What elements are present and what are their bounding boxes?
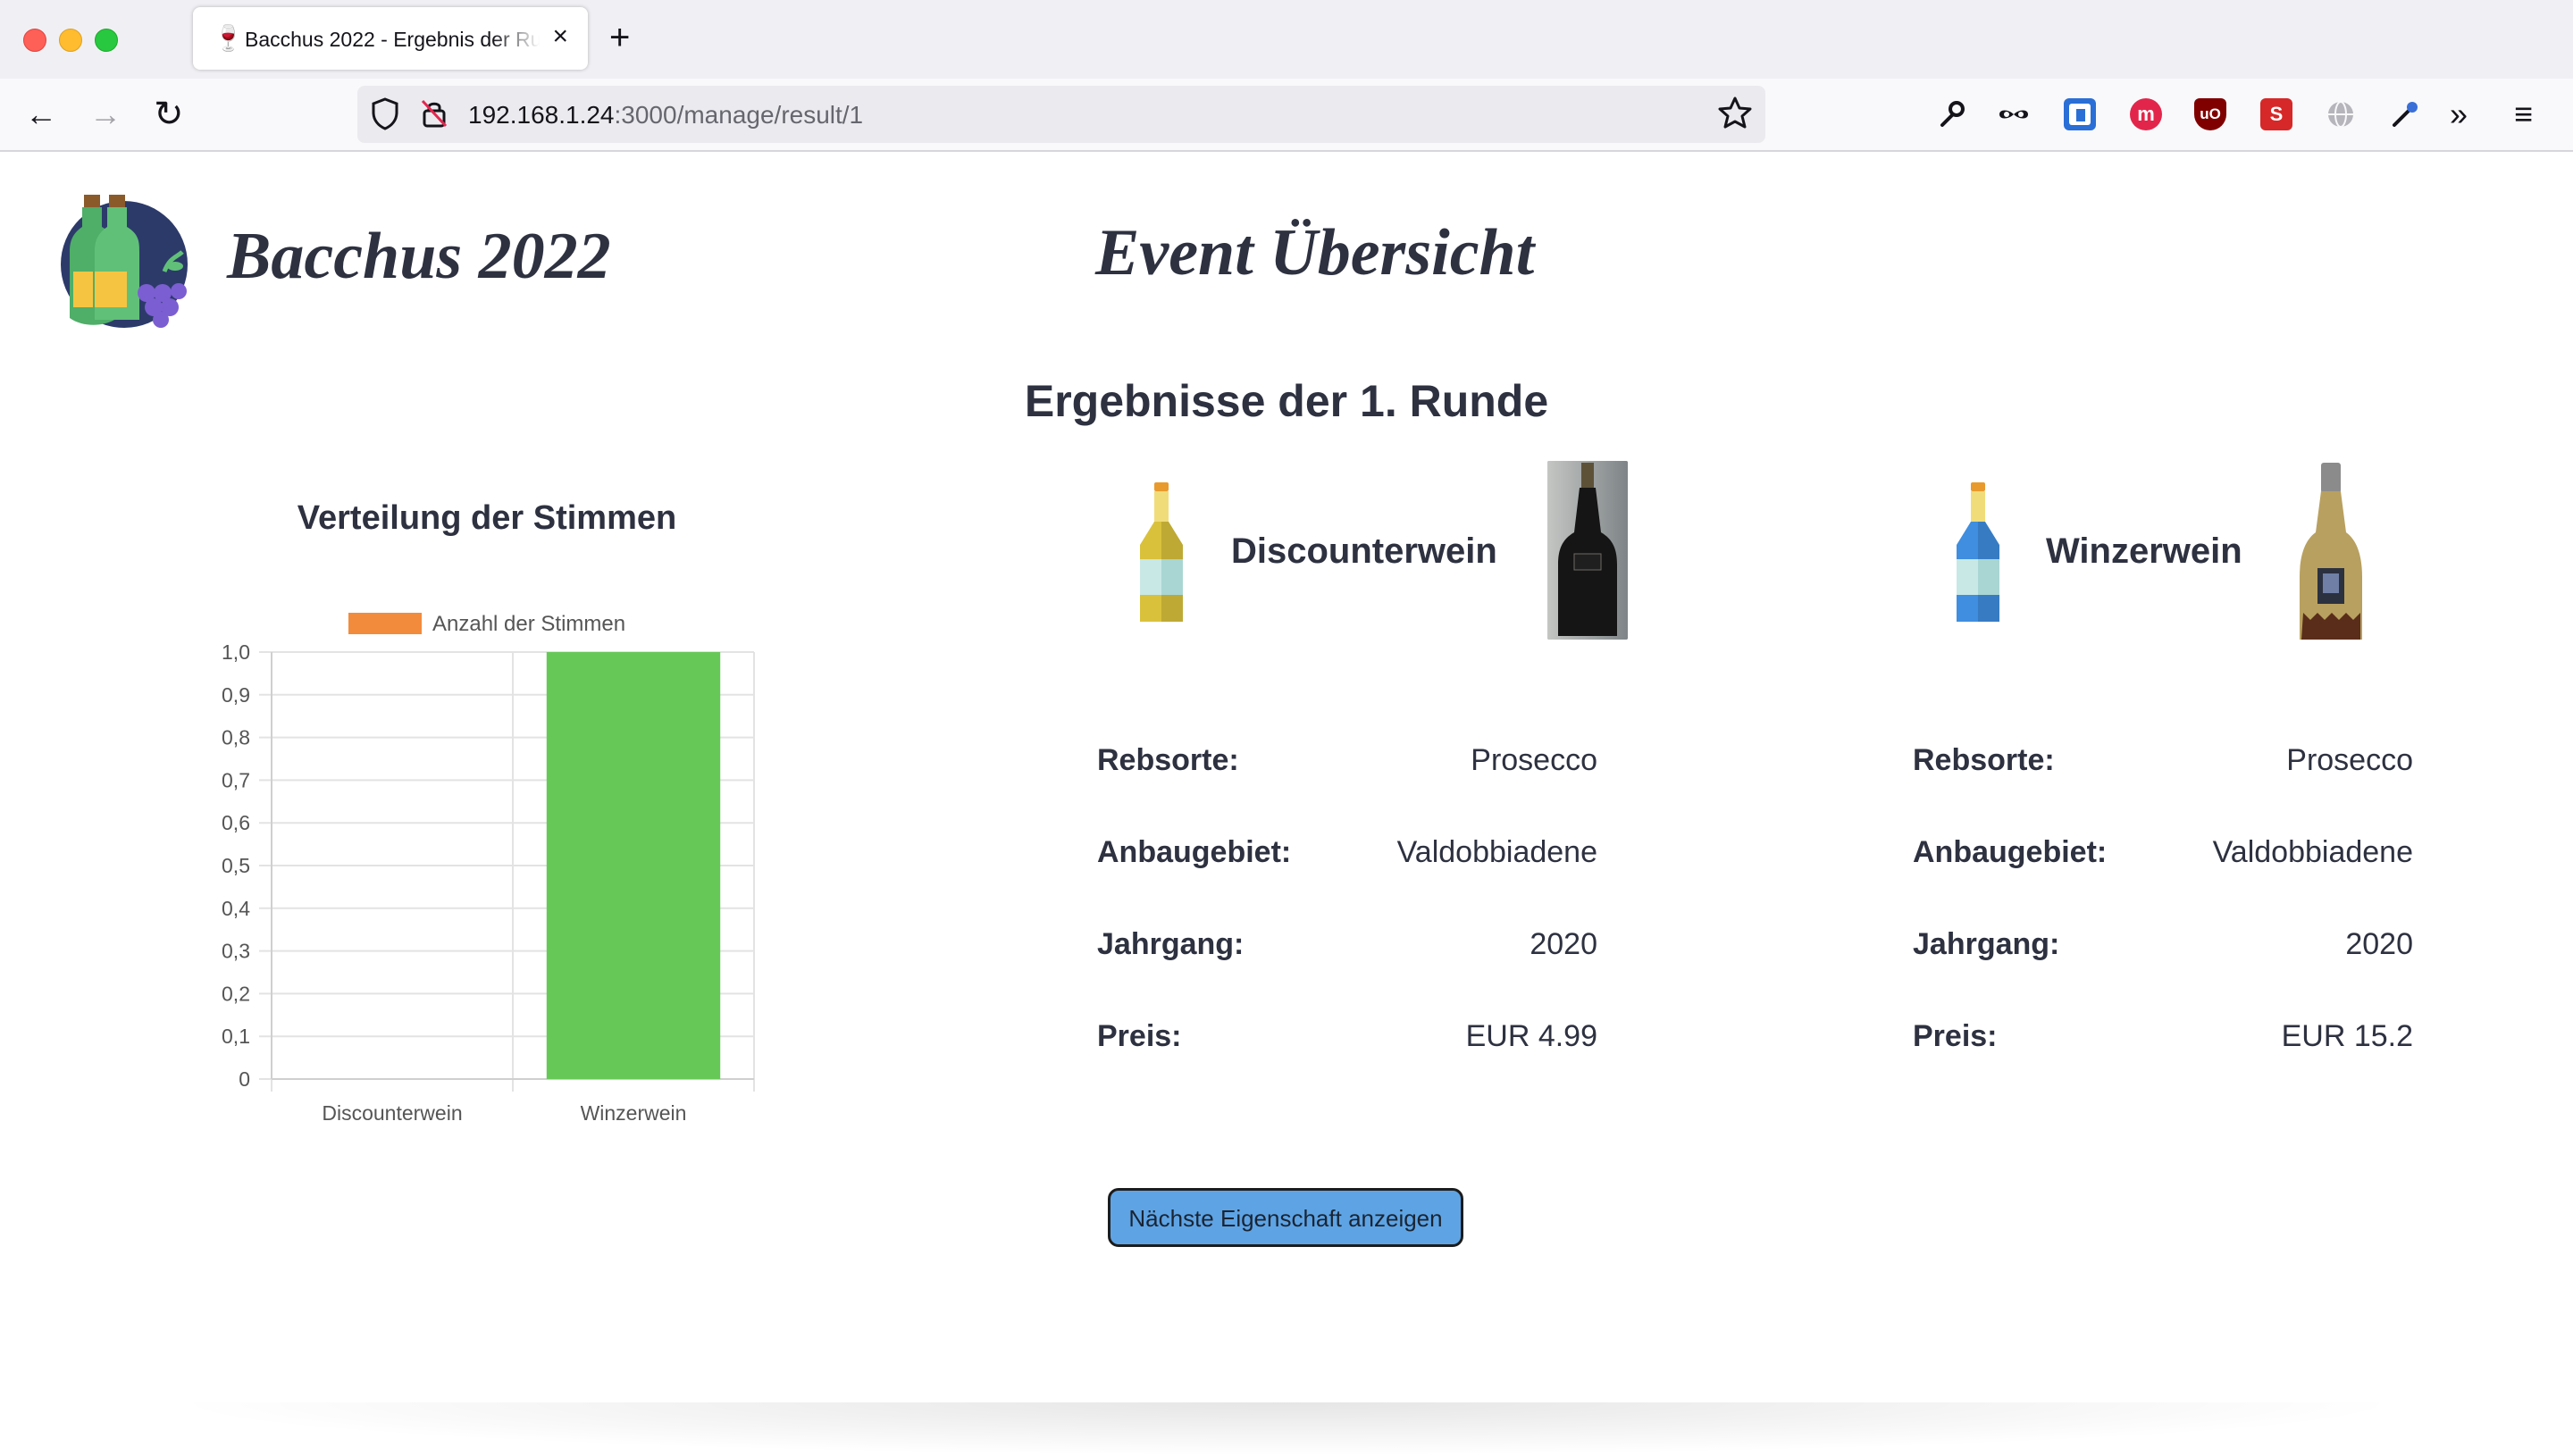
bacchus-logo <box>61 195 188 328</box>
y-tick-label: 0,3 <box>222 940 250 963</box>
page-title: Event Übersicht <box>1095 216 1535 289</box>
property-label: Rebsorte: <box>1913 743 2055 777</box>
tab-close-icon[interactable]: × <box>552 23 568 50</box>
y-tick-label: 0,9 <box>222 683 250 707</box>
wine-glass-icon: 🍷 <box>213 24 244 52</box>
window-minimize-button[interactable] <box>59 29 82 52</box>
wine-card-header-2: Winzerwein <box>1951 456 2573 652</box>
property-row-vintage: Jahrgang: 2020 <box>1097 922 1597 966</box>
globe-icon[interactable] <box>2325 98 2357 130</box>
wine-name: Discounterwein <box>1231 531 1497 571</box>
round-title: Ergebnisse der 1. Runde <box>1024 376 1549 426</box>
property-label: Jahrgang: <box>1913 927 2060 961</box>
property-value: Prosecco <box>2286 743 2413 777</box>
property-row-region: Anbaugebiet: Valdobbiadene <box>1913 830 2413 874</box>
mask-icon[interactable] <box>1998 98 2030 130</box>
site-title: Bacchus 2022 <box>227 220 611 293</box>
property-label: Rebsorte: <box>1097 743 1239 777</box>
property-value: Valdobbiadene <box>2212 835 2413 869</box>
property-label: Preis: <box>1097 1019 1182 1053</box>
property-row-vintage: Jahrgang: 2020 <box>1913 922 2413 966</box>
page-bottom-shadow <box>161 1402 2412 1456</box>
reload-icon[interactable]: ↻ <box>154 96 184 132</box>
y-tick-label: 1,0 <box>222 640 250 664</box>
x-tick-label: Winzerwein <box>581 1101 687 1125</box>
chart-title: Verteilung der Stimmen <box>297 499 677 537</box>
back-arrow-icon[interactable]: ← <box>25 96 57 132</box>
property-row-grape: Rebsorte: Prosecco <box>1097 738 1597 782</box>
forward-arrow-icon[interactable]: → <box>89 96 122 132</box>
bitwarden-icon[interactable] <box>2064 98 2096 130</box>
new-tab-button[interactable]: + <box>609 20 630 55</box>
mercury-reader-icon[interactable]: m <box>2130 98 2162 130</box>
y-tick-label: 0,5 <box>222 854 250 877</box>
wine-name: Winzerwein <box>2046 531 2242 571</box>
y-tick-label: 0,2 <box>222 982 250 1005</box>
property-row-price: Preis: EUR 15.2 <box>1913 1014 2413 1059</box>
votes-bar-chart: Anzahl der Stimmen 0 0,1 0,2 0,3 0,4 0,5 0,6 0,7… <box>222 612 755 1125</box>
x-tick-label: Discounterwein <box>322 1101 462 1125</box>
property-value: 2020 <box>2345 927 2413 961</box>
y-tick-label: 0,7 <box>222 768 250 791</box>
tab-title: Bacchus 2022 - Ergebnis der Runde <box>245 28 540 51</box>
wine-bottle-icon <box>1140 482 1183 622</box>
wine-bottle-photo <box>2291 461 2371 645</box>
shield-icon[interactable] <box>370 96 400 130</box>
y-tick-label: 0,4 <box>222 897 250 920</box>
property-label: Jahrgang: <box>1097 927 1245 961</box>
property-value: EUR 15.2 <box>2281 1019 2413 1053</box>
bookmark-star-icon[interactable] <box>1717 95 1753 132</box>
eyedropper-icon[interactable] <box>2389 98 2421 130</box>
property-label: Anbaugebiet: <box>1913 835 2108 869</box>
wine-bottle-icon <box>1957 482 1999 622</box>
property-row-grape: Rebsorte: Prosecco <box>1913 738 2413 782</box>
url-text[interactable]: 192.168.1.24:3000/manage/result/1 <box>468 100 863 130</box>
next-property-button[interactable]: Nächste Eigenschaft anzeigen <box>1108 1188 1463 1247</box>
wrench-icon[interactable] <box>1935 98 1967 130</box>
browser-tab[interactable]: 🍷 Bacchus 2022 - Ergebnis der Runde × <box>193 7 588 70</box>
legend-swatch <box>348 613 422 634</box>
property-value: Valdobbiadene <box>1396 835 1597 869</box>
url-host: 192.168.1.24 <box>468 101 615 129</box>
y-tick-label: 0,1 <box>222 1025 250 1048</box>
property-row-region: Anbaugebiet: Valdobbiadene <box>1097 830 1597 874</box>
property-label: Preis: <box>1913 1019 1998 1053</box>
wine-card-header-1: Discounterwein <box>1135 456 1867 652</box>
overflow-chevrons-icon[interactable]: » <box>2450 96 2468 132</box>
hamburger-menu-icon[interactable]: ≡ <box>2514 96 2533 132</box>
ublock-origin-icon[interactable]: uO <box>2194 98 2226 130</box>
legend-label: Anzahl der Stimmen <box>432 612 625 636</box>
window-maximize-button[interactable] <box>95 29 118 52</box>
insecure-lock-icon[interactable] <box>420 98 448 129</box>
y-tick-label: 0 <box>239 1067 250 1091</box>
y-tick-label: 0,8 <box>222 726 250 749</box>
y-tick-label: 0,6 <box>222 811 250 834</box>
url-path: :3000/manage/result/1 <box>614 101 864 129</box>
property-value: EUR 4.99 <box>1465 1019 1597 1053</box>
property-row-price: Preis: EUR 4.99 <box>1097 1014 1597 1059</box>
property-label: Anbaugebiet: <box>1097 835 1292 869</box>
bar <box>546 652 721 1079</box>
s-extension-icon[interactable]: S <box>2260 98 2292 130</box>
wine-bottle-photo <box>1547 461 1628 640</box>
url-bar[interactable]: 192.168.1.24:3000/manage/result/1 <box>357 86 1765 143</box>
navigation-toolbar: ← → ↻ 192.168.1.24:3000/manage/result/1 <box>0 79 2573 152</box>
property-value: Prosecco <box>1471 743 1597 777</box>
window-close-button[interactable] <box>23 29 46 52</box>
tab-strip: 🍷 Bacchus 2022 - Ergebnis der Runde × + <box>0 0 2573 79</box>
property-value: 2020 <box>1530 927 1597 961</box>
